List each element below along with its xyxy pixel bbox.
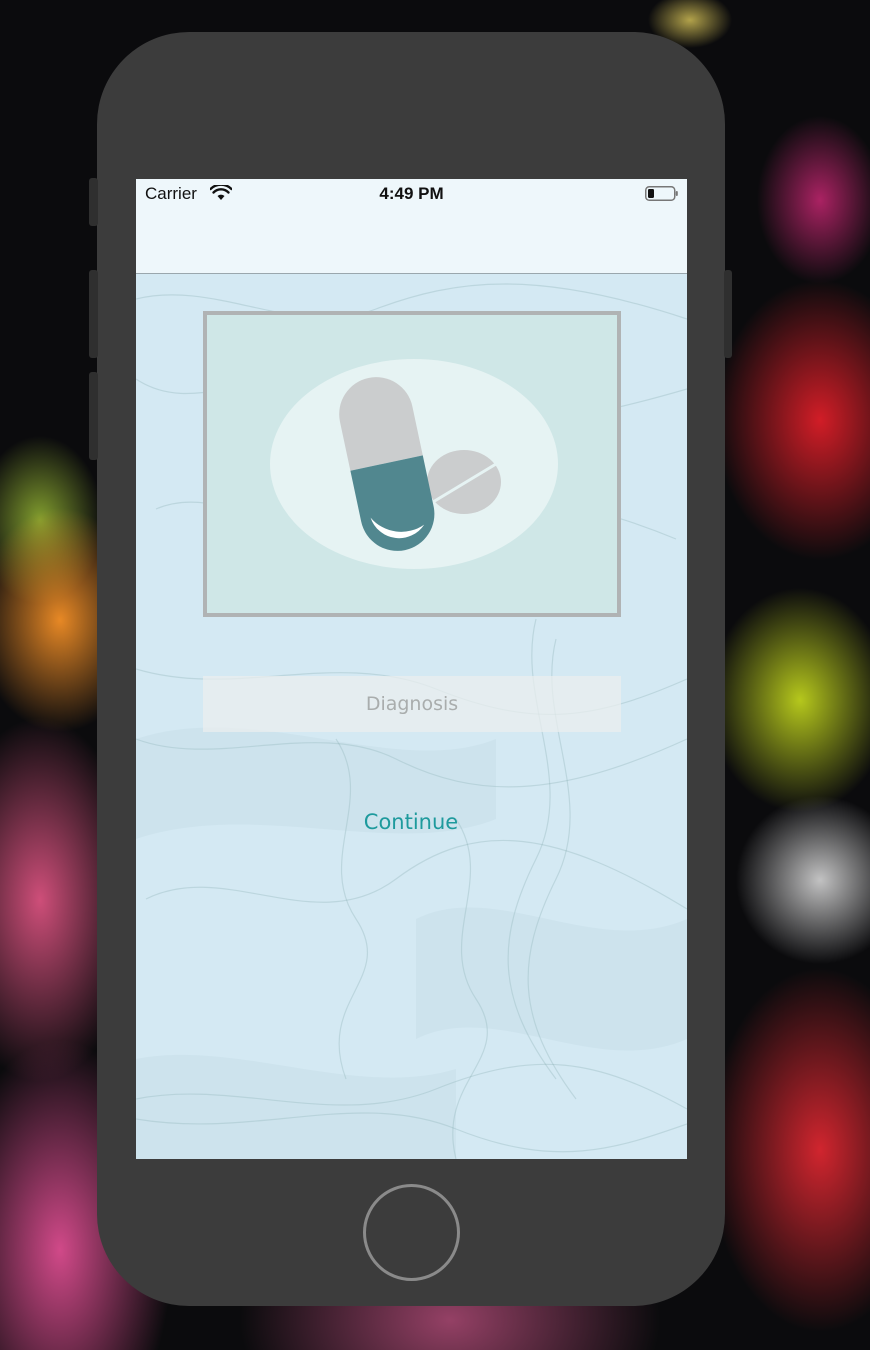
battery-icon xyxy=(645,186,678,201)
tablet-icon xyxy=(427,450,501,514)
diagnosis-input[interactable] xyxy=(203,676,621,732)
continue-button[interactable]: Continue xyxy=(311,804,511,840)
pill-capsule-icon xyxy=(270,359,558,569)
mute-switch xyxy=(89,178,98,226)
home-button[interactable] xyxy=(363,1184,460,1281)
power-button xyxy=(724,270,732,358)
clock-time: 4:49 PM xyxy=(379,184,444,203)
app-screen: Carrier 4:49 PM Continue xyxy=(136,179,687,1159)
volume-up-button xyxy=(89,270,98,358)
status-bar: Carrier 4:49 PM xyxy=(136,179,687,209)
volume-down-button xyxy=(89,372,98,460)
app-logo-image xyxy=(203,311,621,617)
